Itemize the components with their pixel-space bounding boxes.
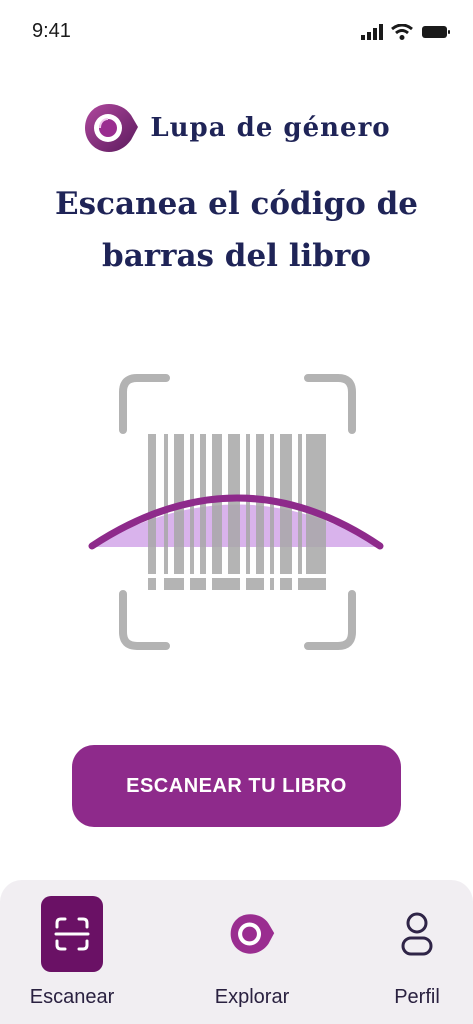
app-header: Lupa de género (0, 100, 473, 156)
nav-item-profile[interactable]: Perfil (342, 880, 473, 1024)
scan-corner-top-right (304, 374, 356, 434)
status-icons (361, 24, 451, 40)
scan-corner-top-left (119, 374, 170, 434)
headline-line-1: Escanea el código de (54, 186, 419, 222)
nav-label-profile: Perfil (394, 986, 440, 1008)
barcode-bottom-segments (148, 578, 326, 590)
signal-icon (361, 24, 383, 40)
app-name: Lupa de género (150, 113, 391, 143)
status-time: 9:41 (32, 20, 71, 42)
scan-book-button[interactable]: ESCANEAR TU LIBRO (72, 745, 401, 827)
battery-icon (422, 26, 450, 38)
scan-corner-bottom-left (119, 590, 170, 650)
magnifier-drop-icon (230, 914, 275, 954)
barcode-scan-frame (88, 372, 388, 652)
nav-label-scan: Escanear (29, 986, 115, 1008)
nav-label-explore: Explorar (214, 986, 290, 1008)
nav-icon-container (221, 896, 283, 972)
magnifier-drop-logo (85, 104, 139, 152)
page-title: Escanea el código de barras del libro (30, 178, 443, 282)
wifi-icon (391, 24, 413, 40)
scan-corner-bottom-right (304, 590, 356, 650)
nav-icon-container (386, 896, 448, 972)
bottom-nav: Escanear Explorar Perfil (0, 880, 473, 1024)
nav-item-scan[interactable]: Escanear (0, 880, 147, 1024)
status-bar: 9:41 (0, 0, 473, 62)
nav-item-explore[interactable]: Explorar (177, 880, 327, 1024)
nav-active-indicator (41, 896, 103, 972)
headline-line-2: barras del libro (102, 238, 371, 274)
scan-frame-icon (54, 917, 90, 951)
person-icon (401, 912, 433, 956)
